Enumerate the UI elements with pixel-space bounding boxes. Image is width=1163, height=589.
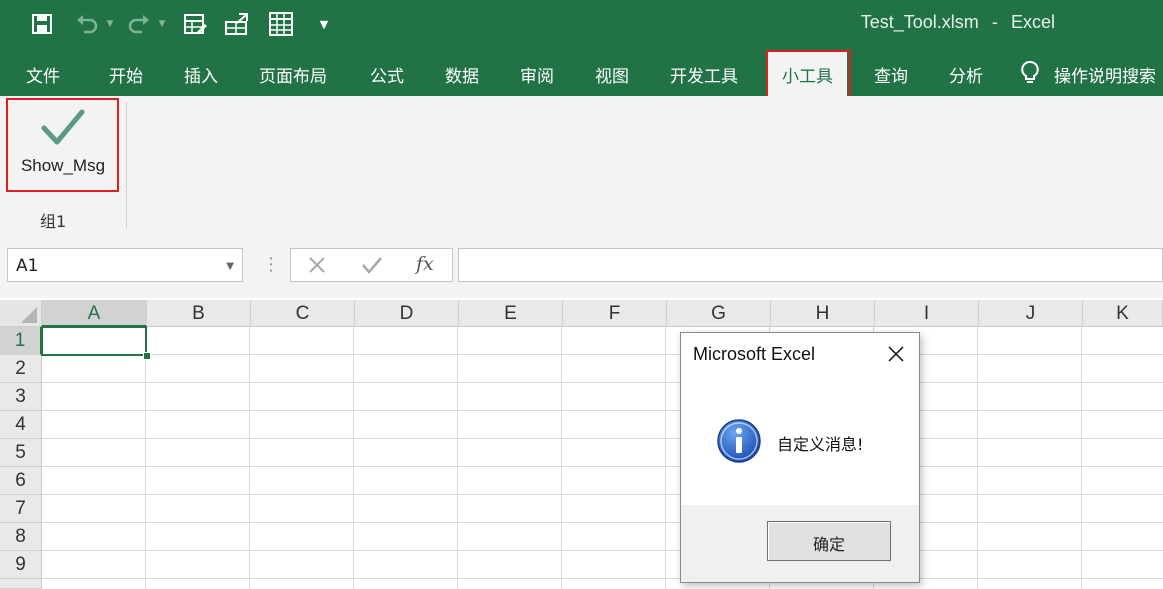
button-highlight-box [6, 98, 119, 192]
table-icon[interactable] [268, 10, 294, 38]
tab-query[interactable]: 查询 [874, 62, 908, 87]
tab-data[interactable]: 数据 [445, 62, 479, 87]
tab-formulas[interactable]: 公式 [370, 62, 404, 87]
formula-bar-grip-icon[interactable]: ⋮ [262, 254, 280, 275]
tab-file[interactable]: 文件 [26, 62, 60, 87]
row-header[interactable]: 4 [0, 411, 42, 439]
redo-icon[interactable] [124, 10, 154, 38]
ok-button[interactable]: 确定 [767, 521, 891, 561]
tab-page-layout[interactable]: 页面布局 [259, 62, 327, 87]
group-separator [126, 102, 127, 228]
lightbulb-icon [1020, 60, 1040, 90]
tab-home[interactable]: 开始 [109, 62, 143, 87]
info-icon [716, 418, 762, 468]
redo-dropdown-icon[interactable]: ▼ [156, 10, 168, 38]
formula-buttons: fx [290, 248, 453, 282]
column-header[interactable]: E [459, 300, 563, 327]
row-header[interactable]: 7 [0, 495, 42, 523]
column-header[interactable]: I [875, 300, 979, 327]
function-icon[interactable]: fx [416, 253, 434, 275]
tab-analyze[interactable]: 分析 [949, 62, 983, 87]
dialog-message: 自定义消息! [777, 435, 864, 454]
dialog-footer: 确定 [681, 505, 919, 582]
window-title: Test_Tool.xlsm - Excel [861, 12, 1055, 33]
row-header[interactable]: 3 [0, 383, 42, 411]
row-header-partial[interactable] [0, 579, 42, 589]
share-icon[interactable] [224, 10, 252, 38]
chevron-down-icon[interactable]: ▼ [226, 261, 234, 272]
customize-icon[interactable]: ▼ [316, 10, 332, 38]
select-all-corner[interactable] [0, 300, 42, 327]
row-header[interactable]: 9 [0, 551, 42, 579]
column-header[interactable]: H [771, 300, 875, 327]
column-header[interactable]: A [42, 300, 147, 327]
enter-icon[interactable] [361, 255, 383, 279]
name-box-value: A1 [16, 256, 39, 276]
column-header[interactable]: C [251, 300, 355, 327]
column-header[interactable]: G [667, 300, 771, 327]
form-icon[interactable] [182, 10, 208, 38]
file-name: Test_Tool.xlsm [860, 12, 979, 32]
close-icon[interactable] [887, 345, 905, 363]
undo-dropdown-icon[interactable]: ▼ [104, 10, 116, 38]
tab-highlight-box [766, 50, 851, 100]
app-name: Excel [1010, 12, 1055, 32]
active-cell-a1[interactable] [41, 326, 147, 356]
tab-developer[interactable]: 开发工具 [670, 62, 738, 87]
ribbon-body: Show_Msg 组1 [0, 96, 1163, 235]
save-icon[interactable] [30, 10, 54, 38]
ribbon-tabs: 文件 开始 插入 页面布局 公式 数据 审阅 视图 开发工具 小工具 查询 分析… [0, 48, 1163, 96]
row-header[interactable]: 5 [0, 439, 42, 467]
formula-input[interactable] [458, 248, 1163, 282]
title-separator: - [991, 12, 998, 32]
row-header[interactable]: 1 [0, 327, 42, 355]
formula-bar: A1 ▼ ⋮ fx [0, 234, 1163, 298]
column-header[interactable]: F [563, 300, 667, 327]
dialog-title: Microsoft Excel [693, 344, 816, 364]
row-header[interactable]: 2 [0, 355, 42, 383]
tab-insert[interactable]: 插入 [184, 62, 218, 87]
fill-handle[interactable] [143, 352, 151, 360]
tab-view[interactable]: 视图 [595, 62, 629, 87]
row-header[interactable]: 6 [0, 467, 42, 495]
tell-me-search[interactable]: 操作说明搜索 [1054, 62, 1156, 87]
undo-icon[interactable] [72, 10, 102, 38]
column-header[interactable]: D [355, 300, 459, 327]
column-header[interactable]: K [1083, 300, 1163, 327]
cancel-icon[interactable] [307, 255, 327, 279]
message-dialog: Microsoft Excel 自定义消息! 确定 [680, 332, 920, 583]
tab-review[interactable]: 审阅 [520, 62, 554, 87]
row-header[interactable]: 8 [0, 523, 42, 551]
column-header[interactable]: B [147, 300, 251, 327]
group-label: 组1 [40, 212, 67, 231]
cell-grid[interactable] [42, 327, 1163, 589]
title-bar: ▼ ▼ ▼ Test_Tool.xlsm - Excel [0, 0, 1163, 48]
column-header[interactable]: J [979, 300, 1083, 327]
name-box[interactable]: A1 ▼ [7, 248, 243, 282]
